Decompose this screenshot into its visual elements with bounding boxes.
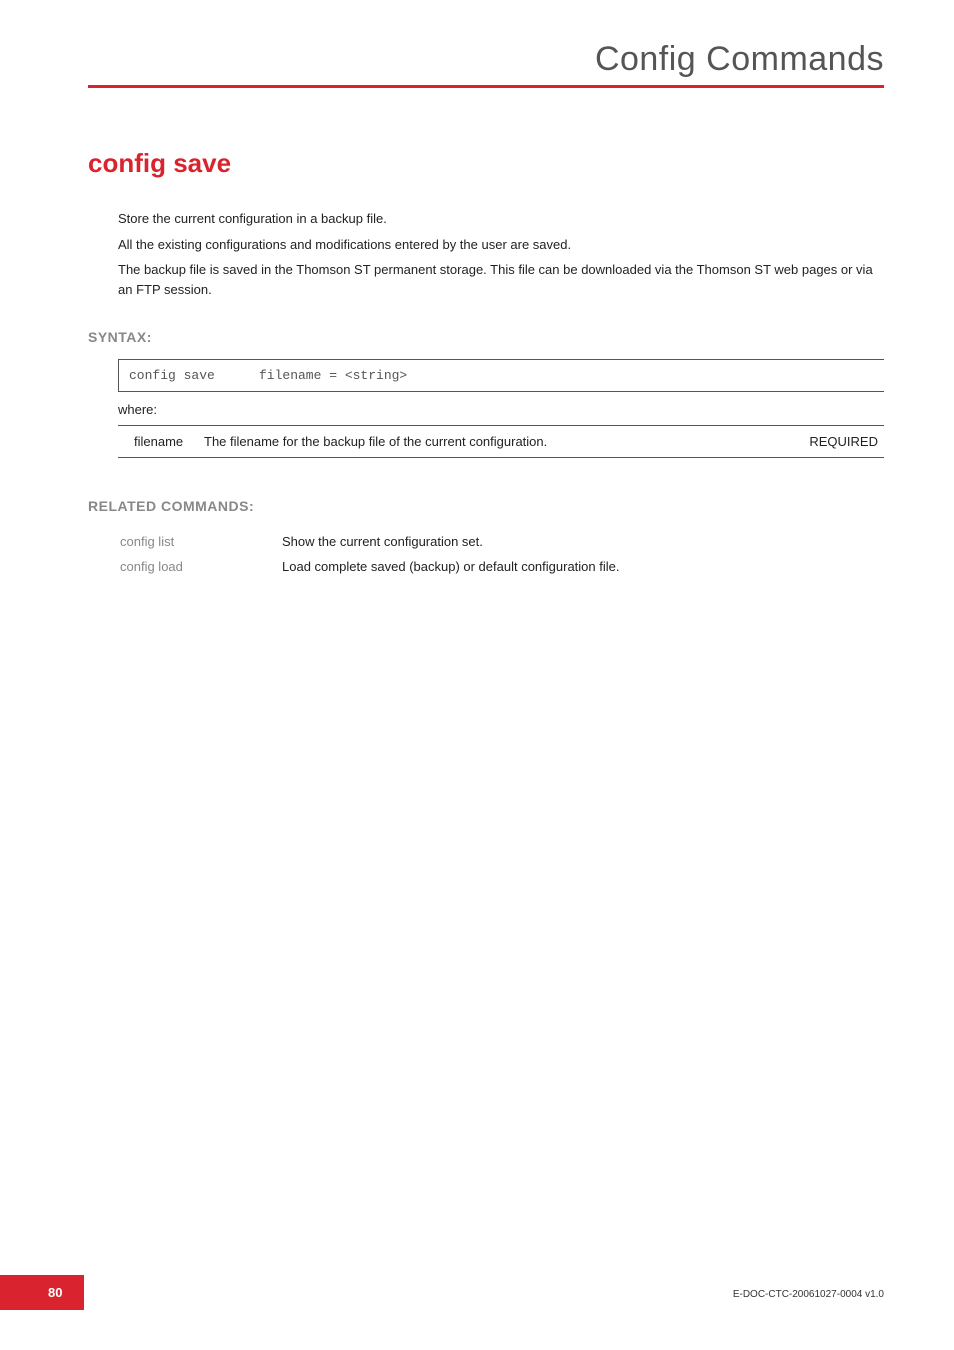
param-req: REQUIRED [774,426,884,458]
related-desc: Show the current configuration set. [282,530,619,553]
related-desc: Load complete saved (backup) or default … [282,555,619,578]
header: Config Commands [88,40,884,98]
header-rule [88,85,884,88]
syntax-box: config save filename = <string> [118,359,884,392]
description-line-2: All the existing configurations and modi… [118,235,884,255]
param-name: filename [118,426,198,458]
param-row: filename The filename for the backup fil… [118,426,884,458]
related-cmd: config load [120,555,280,578]
page: Config Commands config save Store the cu… [0,0,954,1350]
param-table: filename The filename for the backup fil… [118,425,884,458]
doc-id: E-DOC-CTC-20061027-0004 v1.0 [733,1289,884,1300]
syntax-label: SYNTAX: [88,329,884,345]
description-line-1: Store the current configuration in a bac… [118,209,884,229]
related-table: config list Show the current configurati… [118,528,621,580]
where-label: where: [118,402,884,417]
command-title: config save [88,148,884,179]
related-cmd: config list [120,530,280,553]
param-desc: The filename for the backup file of the … [198,426,774,458]
related-row: config list Show the current configurati… [120,530,619,553]
header-title: Config Commands [88,40,884,79]
related-label: RELATED COMMANDS: [88,498,884,514]
syntax-args: filename = <string> [259,368,407,383]
page-number: 80 [0,1275,84,1310]
syntax-command: config save [129,368,259,383]
description-line-3: The backup file is saved in the Thomson … [118,260,884,299]
related-row: config load Load complete saved (backup)… [120,555,619,578]
